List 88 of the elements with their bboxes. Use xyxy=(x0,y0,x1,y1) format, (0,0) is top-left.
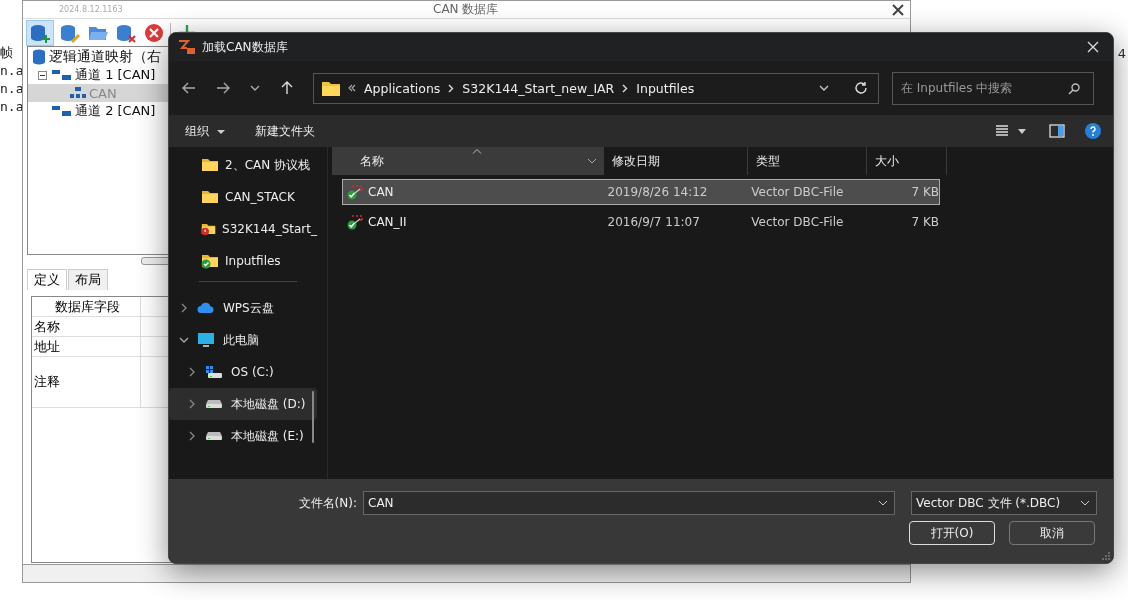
breadcrumb[interactable]: Applications xyxy=(364,80,441,96)
organize-button[interactable]: 组织 xyxy=(179,120,231,142)
chevron-down-icon[interactable] xyxy=(587,157,597,165)
file-name-field[interactable]: CAN xyxy=(363,491,895,515)
up-icon[interactable] xyxy=(279,80,295,96)
folder-check-icon xyxy=(201,253,219,269)
nav-item[interactable]: OS (C:) xyxy=(169,356,317,388)
chevron-right-icon xyxy=(179,303,189,313)
preview-pane-icon[interactable] xyxy=(1049,124,1065,138)
folder-warning-icon xyxy=(201,221,216,237)
breadcrumb[interactable]: S32K144_Start_new_IAR xyxy=(462,80,615,96)
tab[interactable]: 布局 xyxy=(68,269,108,290)
help-icon[interactable] xyxy=(1085,123,1101,139)
column-header[interactable]: 类型 xyxy=(748,147,867,175)
nav-item[interactable]: S32K144_Start_ xyxy=(169,213,317,245)
column-header[interactable]: 名称 xyxy=(332,147,604,175)
breadcrumb[interactable]: Inputfiles xyxy=(636,80,695,96)
system-drive-icon xyxy=(205,365,223,379)
database-add-icon[interactable] xyxy=(26,19,54,46)
chevron-down-icon xyxy=(179,335,189,345)
database-icon xyxy=(32,49,46,65)
nav-item[interactable]: WPS云盘 xyxy=(169,292,317,324)
drive-icon xyxy=(205,431,223,441)
row-text: n.a xyxy=(0,98,22,116)
caret-icon[interactable] xyxy=(1017,127,1027,135)
table-cell: 地址 xyxy=(32,337,141,356)
file-name-label: 文件名(N): xyxy=(298,494,357,512)
cancel-button[interactable]: 取消 xyxy=(1009,521,1095,545)
open-button[interactable]: 打开(O) xyxy=(909,521,995,545)
refresh-icon[interactable] xyxy=(854,81,868,95)
chevron-right-icon[interactable] xyxy=(448,83,455,93)
app-logo-icon xyxy=(178,40,196,54)
version-text: 2024.8.12.1163 xyxy=(59,5,123,14)
folder-icon xyxy=(201,157,219,173)
tab[interactable]: 定义 xyxy=(27,269,67,290)
channel-icon xyxy=(50,105,72,117)
new-folder-button[interactable]: 新建文件夹 xyxy=(248,120,321,142)
dbc-file-icon xyxy=(346,214,364,230)
back-icon[interactable] xyxy=(181,80,197,96)
file-type-dropdown[interactable]: Vector DBC 文件 (*.DBC) xyxy=(911,491,1097,515)
dialog-title: 加载CAN数据库 xyxy=(202,38,288,56)
row-text: 帧 xyxy=(0,44,14,62)
file-row[interactable]: CAN 2019/8/26 14:12 Vector DBC-File 7 KB xyxy=(342,179,940,205)
list-view-icon[interactable] xyxy=(995,125,1009,137)
sort-icon xyxy=(472,149,482,154)
search-icon xyxy=(1068,82,1080,95)
chevron-right-icon xyxy=(187,367,197,377)
double-chevron-icon[interactable] xyxy=(348,84,356,92)
column-header[interactable]: 修改日期 xyxy=(604,147,748,175)
channel-icon xyxy=(50,69,72,81)
tree-header: 逻辑通道映射（右 xyxy=(49,48,161,66)
caret-icon xyxy=(216,128,225,135)
tree-item[interactable]: 通道 2 [CAN] xyxy=(75,102,156,120)
nav-item[interactable]: 本地磁盘 (E:) xyxy=(169,420,317,452)
column-header[interactable]: 大小 xyxy=(867,147,947,175)
search-field[interactable]: 在 Inputfiles 中搜索 xyxy=(892,71,1094,105)
row-text: n.a xyxy=(0,62,22,80)
nav-item[interactable]: CAN_STACK xyxy=(169,181,317,213)
nav-item[interactable]: 此电脑 xyxy=(169,324,317,356)
network-icon xyxy=(70,87,86,99)
nav-item[interactable]: Inputfiles xyxy=(169,245,317,277)
nav-item[interactable]: 本地磁盘 (D:) xyxy=(169,388,317,420)
nav-item[interactable]: 2、CAN 协议栈 xyxy=(169,149,317,181)
folder-icon xyxy=(201,189,219,205)
file-row[interactable]: CAN_II 2016/9/7 11:07 Vector DBC-File 7 KB xyxy=(342,209,940,235)
address-bar[interactable]: Applications S32K144_Start_new_IAR Inputfiles xyxy=(313,72,879,104)
monitor-icon xyxy=(197,332,215,348)
resize-grip-icon[interactable] xyxy=(1102,552,1110,560)
chevron-down-icon[interactable] xyxy=(878,499,888,507)
collapse-icon[interactable] xyxy=(38,70,47,80)
column-header: 数据库字段 xyxy=(32,297,141,316)
row-text: 4 xyxy=(1117,46,1126,61)
scrollbar-thumb[interactable] xyxy=(312,391,314,443)
close-icon[interactable] xyxy=(892,4,904,16)
window-title: CAN 数据库 xyxy=(433,1,499,18)
folder-icon xyxy=(322,80,340,96)
chevron-right-icon[interactable] xyxy=(622,83,629,93)
forward-icon[interactable] xyxy=(215,80,231,96)
cloud-icon xyxy=(197,302,215,314)
drive-icon xyxy=(205,399,223,409)
chevron-right-icon xyxy=(187,399,197,409)
table-cell: 名称 xyxy=(32,317,141,336)
chevron-right-icon xyxy=(187,431,197,441)
row-text: n.a xyxy=(0,80,22,98)
dbc-file-icon xyxy=(346,184,364,200)
table-cell: 注释 xyxy=(32,357,141,407)
tree-item[interactable]: 通道 1 [CAN] xyxy=(75,66,156,84)
chevron-down-icon xyxy=(1080,499,1090,507)
